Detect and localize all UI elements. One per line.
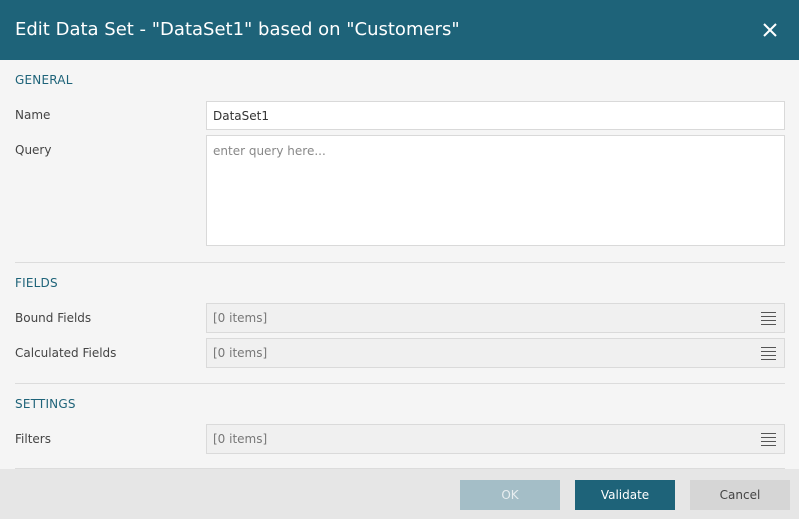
filters-menu-button[interactable] — [761, 433, 776, 447]
filters-label: Filters — [15, 432, 51, 446]
bound-fields-menu-button[interactable] — [761, 312, 776, 326]
section-title-fields: FIELDS — [15, 276, 58, 290]
name-label: Name — [15, 108, 51, 122]
close-icon — [763, 23, 777, 37]
menu-icon — [761, 312, 776, 325]
bound-fields-value: [0 items] — [213, 311, 268, 325]
calculated-fields-label: Calculated Fields — [15, 346, 117, 360]
calculated-fields-collection[interactable]: [0 items] — [206, 338, 785, 368]
validate-button[interactable]: Validate — [575, 480, 675, 510]
cancel-button[interactable]: Cancel — [690, 480, 790, 510]
dialog-title: Edit Data Set - "DataSet1" based on "Cus… — [15, 19, 460, 40]
bound-fields-label: Bound Fields — [15, 311, 92, 325]
section-divider — [15, 383, 785, 384]
bound-fields-collection[interactable]: [0 items] — [206, 303, 785, 333]
dialog-body: GENERAL Name Query FIELDS Bound Fields [… — [0, 60, 799, 469]
query-label: Query — [15, 143, 52, 157]
menu-icon — [761, 347, 776, 360]
dialog-footer: OK Validate Cancel — [0, 469, 799, 519]
dialog-header: Edit Data Set - "DataSet1" based on "Cus… — [0, 0, 799, 60]
query-textarea[interactable] — [206, 135, 785, 246]
filters-value: [0 items] — [213, 432, 268, 446]
section-title-settings: SETTINGS — [15, 397, 76, 411]
close-button[interactable] — [758, 18, 782, 42]
calculated-fields-menu-button[interactable] — [761, 347, 776, 361]
filters-collection[interactable]: [0 items] — [206, 424, 785, 454]
ok-button[interactable]: OK — [460, 480, 560, 510]
name-input[interactable] — [206, 101, 785, 130]
section-title-general: GENERAL — [15, 73, 73, 87]
calculated-fields-value: [0 items] — [213, 346, 268, 360]
menu-icon — [761, 433, 776, 446]
section-divider — [15, 262, 785, 263]
